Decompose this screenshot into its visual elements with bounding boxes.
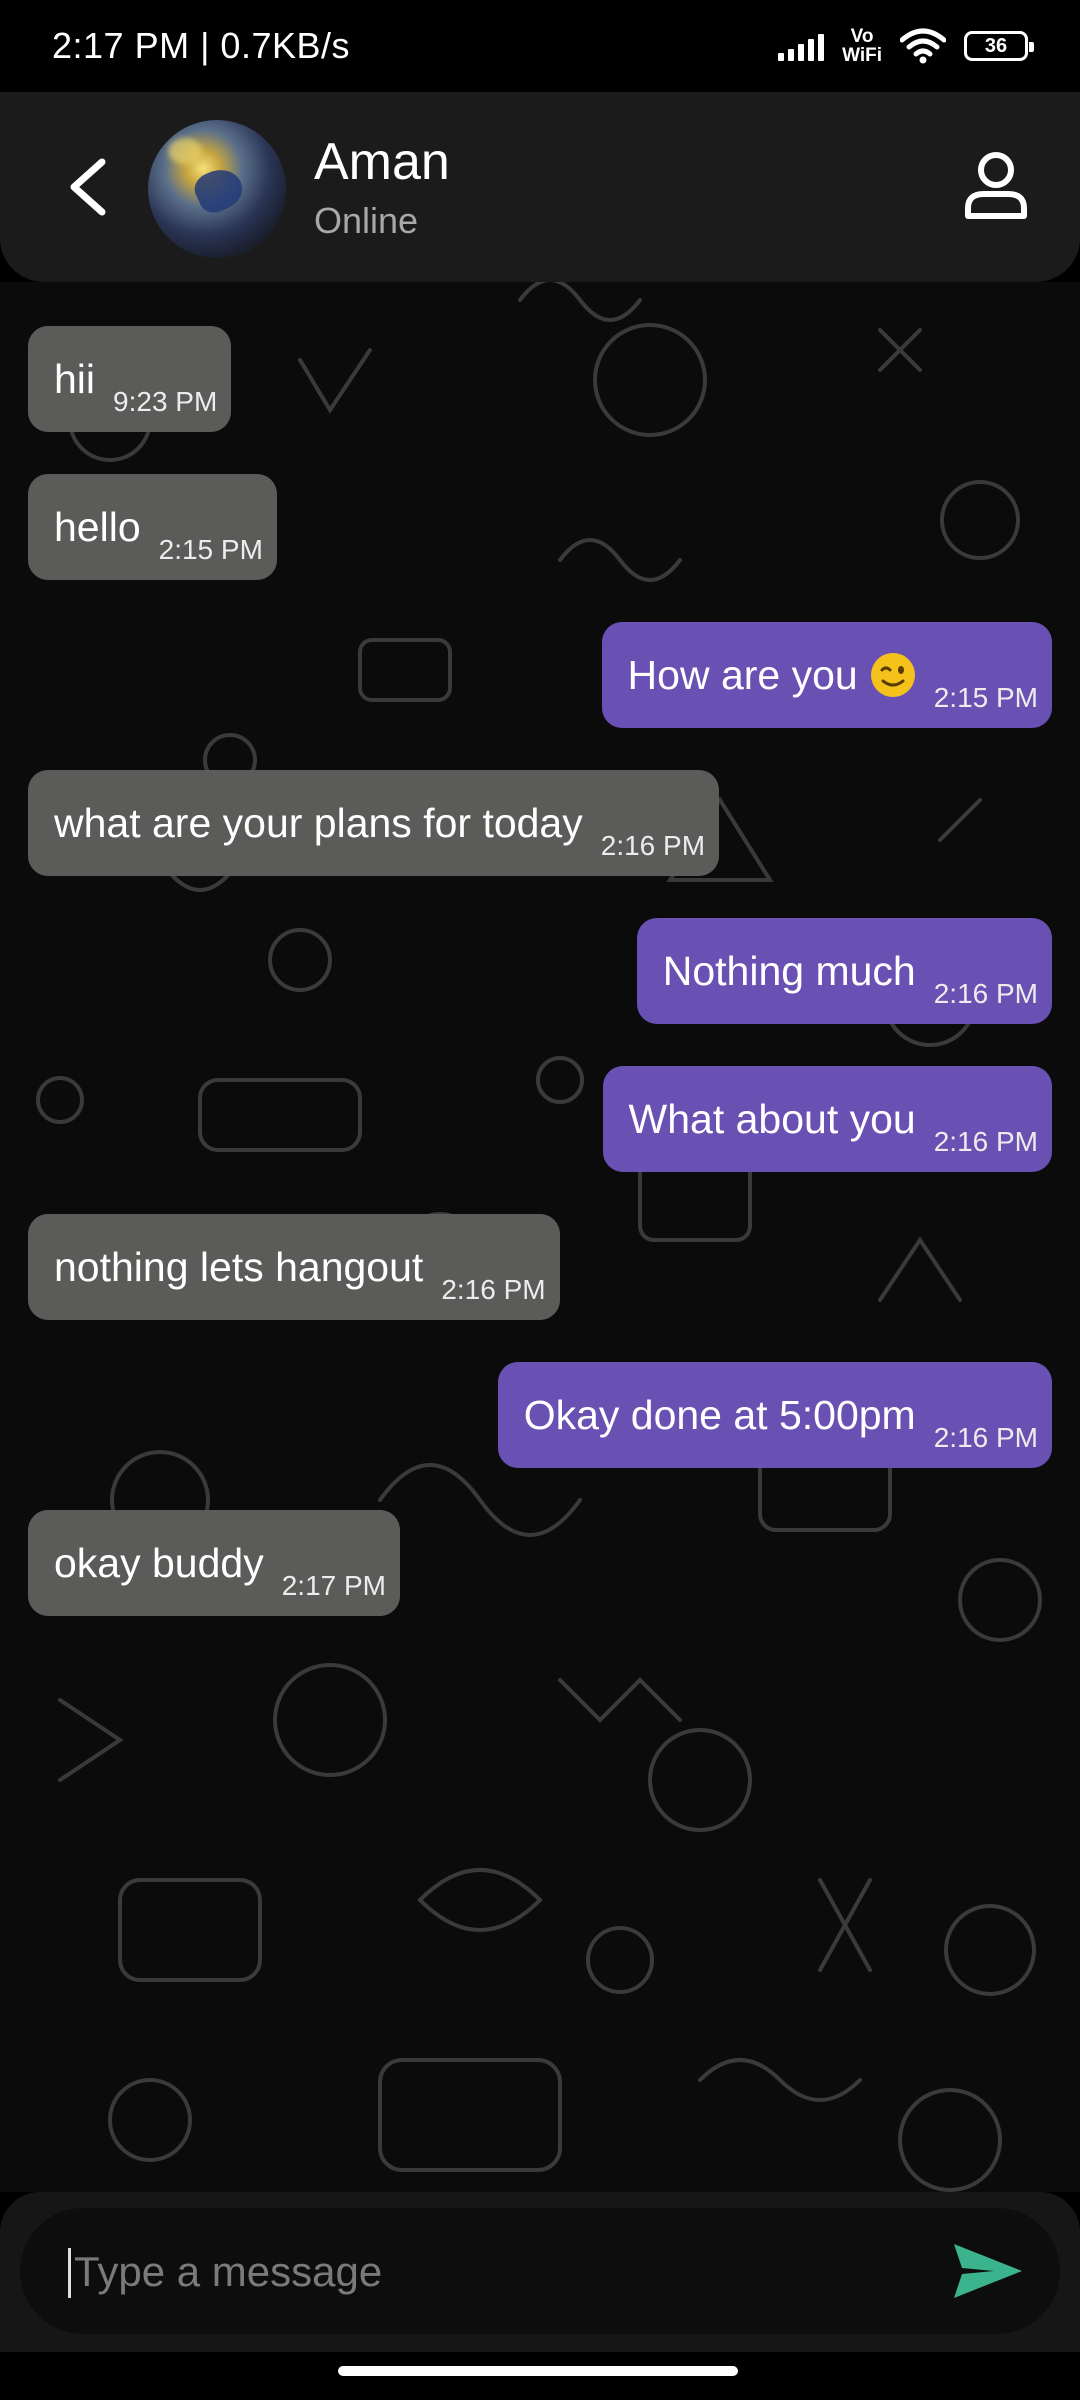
wink-emoji-icon: [870, 653, 915, 697]
message-composer[interactable]: [20, 2208, 1060, 2336]
composer-bar: [0, 2192, 1080, 2352]
message-bubble-outgoing[interactable]: How are you 2:15 PM: [601, 622, 1052, 728]
wifi-icon: [900, 28, 946, 64]
message-input[interactable]: [72, 2208, 936, 2336]
system-nav-bar: [0, 2352, 1080, 2400]
message-text: What about you: [628, 1095, 916, 1142]
status-icons: Vo WiFi 36: [778, 27, 1034, 65]
message-text: what are your plans for today: [54, 799, 583, 846]
person-icon[interactable]: [962, 148, 1030, 220]
message-bubble-incoming[interactable]: what are your plans for today 2:16 PM: [28, 770, 720, 876]
status-time-speed: 2:17 PM | 0.7KB/s: [52, 25, 350, 66]
vowifi-bottom-label: WiFi: [842, 45, 882, 66]
avatar[interactable]: [148, 120, 286, 258]
message-text: hii: [54, 355, 96, 402]
message-bubble-incoming[interactable]: okay buddy 2:17 PM: [28, 1510, 400, 1616]
message-bubble-outgoing[interactable]: Nothing much 2:16 PM: [636, 918, 1052, 1024]
contact-status: Online: [314, 200, 419, 241]
chat-messages-area[interactable]: hii 9:23 PM hello 2:15 PM How are you 2:…: [0, 282, 1080, 2192]
text-caret: [68, 2248, 71, 2298]
message-bubble-outgoing[interactable]: What about you 2:16 PM: [602, 1066, 1052, 1172]
message-time: 2:16 PM: [441, 1274, 546, 1305]
message-text: Okay done at 5:00pm: [523, 1391, 916, 1438]
message-text: nothing lets hangout: [54, 1243, 424, 1290]
message-text: hello: [54, 503, 141, 550]
message-time: 2:16 PM: [933, 1126, 1038, 1157]
message-time: 2:16 PM: [933, 978, 1038, 1009]
message-bubble-incoming[interactable]: nothing lets hangout 2:16 PM: [28, 1214, 560, 1320]
back-arrow-icon[interactable]: [60, 154, 120, 220]
message-time: 9:23 PM: [113, 386, 218, 417]
message-time: 2:16 PM: [933, 1422, 1038, 1453]
message-text: How are you: [627, 651, 858, 698]
message-time: 2:15 PM: [933, 682, 1038, 713]
status-bar: 2:17 PM | 0.7KB/s Vo WiFi 36: [0, 0, 1080, 92]
contact-name[interactable]: Aman: [314, 132, 450, 192]
vowifi-icon: Vo WiFi: [842, 27, 882, 65]
chat-header: Aman Online: [0, 92, 1080, 282]
message-time: 2:17 PM: [281, 1570, 386, 1601]
battery-level: 36: [984, 34, 1008, 57]
home-indicator[interactable]: [338, 2366, 738, 2376]
message-bubble-incoming[interactable]: hello 2:15 PM: [28, 474, 277, 580]
signal-icon: [778, 31, 825, 61]
send-icon[interactable]: [950, 2238, 1026, 2304]
message-bubble-outgoing[interactable]: Okay done at 5:00pm 2:16 PM: [497, 1362, 1052, 1468]
message-text: Nothing much: [662, 947, 916, 994]
vowifi-top-label: Vo: [850, 26, 874, 47]
message-time: 2:15 PM: [158, 534, 263, 565]
message-text: okay buddy: [54, 1539, 264, 1586]
message-time: 2:16 PM: [600, 830, 706, 861]
battery-icon: 36: [964, 31, 1034, 61]
message-bubble-incoming[interactable]: hii 9:23 PM: [28, 326, 232, 432]
